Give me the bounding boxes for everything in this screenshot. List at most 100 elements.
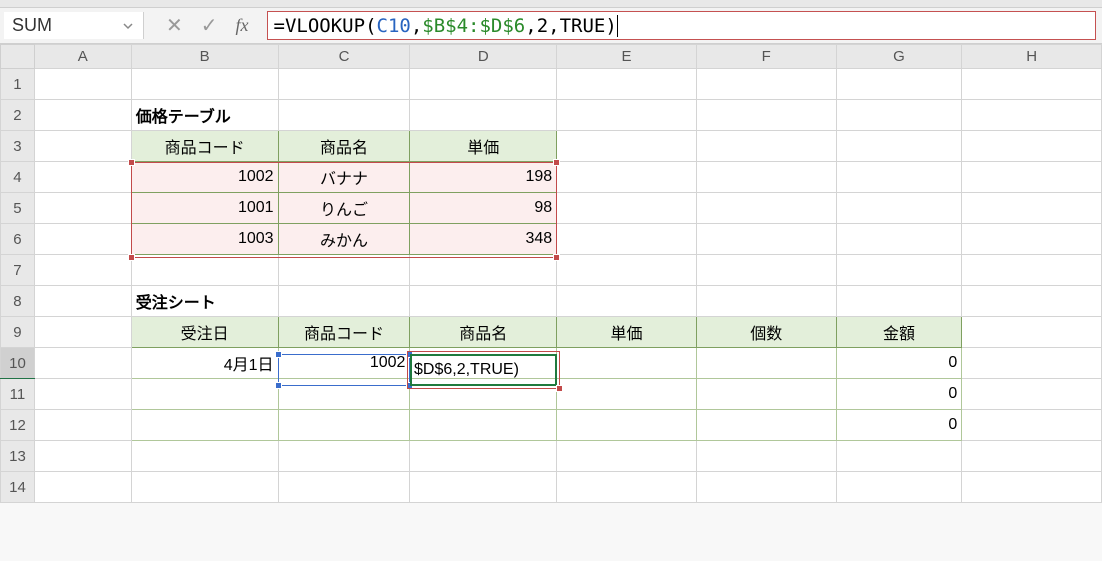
cell[interactable] xyxy=(836,100,962,131)
row-head-5[interactable]: 5 xyxy=(1,193,35,224)
cell[interactable] xyxy=(278,69,410,100)
row-head-14[interactable]: 14 xyxy=(1,472,35,503)
cell[interactable] xyxy=(696,348,836,379)
cell[interactable] xyxy=(410,286,557,317)
cell[interactable] xyxy=(557,162,697,193)
table2-r1-amount[interactable]: 0 xyxy=(836,379,962,410)
cell-D10-editing[interactable] xyxy=(410,348,557,379)
cell[interactable] xyxy=(836,162,962,193)
cell[interactable] xyxy=(696,162,836,193)
cell[interactable] xyxy=(557,441,697,472)
row-head-13[interactable]: 13 xyxy=(1,441,35,472)
table2-h4[interactable]: 個数 xyxy=(696,317,836,348)
enter-icon[interactable]: ✓ xyxy=(201,13,218,38)
cell[interactable] xyxy=(34,348,131,379)
cell[interactable] xyxy=(278,472,410,503)
cell[interactable] xyxy=(557,379,697,410)
fx-icon[interactable]: fx xyxy=(236,15,249,36)
cell[interactable] xyxy=(836,224,962,255)
cell[interactable] xyxy=(131,472,278,503)
cell[interactable] xyxy=(836,193,962,224)
cell[interactable] xyxy=(962,193,1102,224)
table2-h1[interactable]: 商品コード xyxy=(278,317,410,348)
cell[interactable] xyxy=(557,193,697,224)
table2-r0-date[interactable]: 4月1日 xyxy=(131,348,278,379)
table1-header-code[interactable]: 商品コード xyxy=(131,131,278,162)
col-head-G[interactable]: G xyxy=(836,45,962,69)
cell[interactable] xyxy=(410,410,557,441)
cell[interactable] xyxy=(836,131,962,162)
row-head-7[interactable]: 7 xyxy=(1,255,35,286)
cell[interactable] xyxy=(836,472,962,503)
cell[interactable] xyxy=(410,441,557,472)
cell[interactable] xyxy=(410,100,557,131)
cell[interactable] xyxy=(557,69,697,100)
cell[interactable] xyxy=(962,131,1102,162)
cell[interactable] xyxy=(34,410,131,441)
cell[interactable] xyxy=(410,69,557,100)
cell[interactable] xyxy=(962,162,1102,193)
cell[interactable] xyxy=(34,255,131,286)
cell[interactable] xyxy=(962,69,1102,100)
cell[interactable] xyxy=(34,69,131,100)
table2-h5[interactable]: 金額 xyxy=(836,317,962,348)
cell[interactable] xyxy=(557,255,697,286)
cell[interactable] xyxy=(836,69,962,100)
cell[interactable] xyxy=(278,441,410,472)
table2-h0[interactable]: 受注日 xyxy=(131,317,278,348)
cell[interactable] xyxy=(962,317,1102,348)
cell[interactable] xyxy=(557,410,697,441)
cell[interactable] xyxy=(34,317,131,348)
cell[interactable] xyxy=(34,441,131,472)
cell[interactable] xyxy=(962,348,1102,379)
cell[interactable] xyxy=(962,100,1102,131)
cell[interactable] xyxy=(278,410,410,441)
row-head-10[interactable]: 10 xyxy=(1,348,35,379)
cell[interactable] xyxy=(131,379,278,410)
table2-r0-amount[interactable]: 0 xyxy=(836,348,962,379)
col-head-B[interactable]: B xyxy=(131,45,278,69)
col-head-F[interactable]: F xyxy=(696,45,836,69)
cell[interactable] xyxy=(278,100,410,131)
table1-r2-name[interactable]: みかん xyxy=(278,224,410,255)
row-head-4[interactable]: 4 xyxy=(1,162,35,193)
cell[interactable] xyxy=(557,472,697,503)
cell[interactable] xyxy=(962,286,1102,317)
col-head-C[interactable]: C xyxy=(278,45,410,69)
cell[interactable] xyxy=(34,286,131,317)
cell[interactable] xyxy=(410,379,557,410)
cell[interactable] xyxy=(557,224,697,255)
cell[interactable] xyxy=(696,255,836,286)
table1-r0-code[interactable]: 1002 xyxy=(131,162,278,193)
table2-r2-amount[interactable]: 0 xyxy=(836,410,962,441)
cell[interactable] xyxy=(696,286,836,317)
cell[interactable] xyxy=(34,131,131,162)
select-all-corner[interactable] xyxy=(1,45,35,69)
cell[interactable] xyxy=(696,69,836,100)
table1-r0-price[interactable]: 198 xyxy=(410,162,557,193)
cell[interactable] xyxy=(696,441,836,472)
cancel-icon[interactable]: ✕ xyxy=(166,13,183,38)
cell[interactable] xyxy=(278,255,410,286)
cell[interactable] xyxy=(696,224,836,255)
table1-r0-name[interactable]: バナナ xyxy=(278,162,410,193)
cell[interactable] xyxy=(962,224,1102,255)
cell[interactable] xyxy=(696,472,836,503)
cell[interactable] xyxy=(836,286,962,317)
cell[interactable] xyxy=(131,410,278,441)
table1-r1-code[interactable]: 1001 xyxy=(131,193,278,224)
cell[interactable] xyxy=(278,379,410,410)
row-head-3[interactable]: 3 xyxy=(1,131,35,162)
cell[interactable] xyxy=(696,379,836,410)
cells-table[interactable]: A B C D E F G H 1 2 価格テーブル 3 商品コード 商品名 xyxy=(0,44,1102,503)
cell[interactable] xyxy=(34,224,131,255)
cell[interactable] xyxy=(836,441,962,472)
cell[interactable] xyxy=(410,255,557,286)
cell[interactable] xyxy=(962,379,1102,410)
formula-input[interactable]: =VLOOKUP(C10,$B$4:$D$6,2,TRUE) xyxy=(267,11,1096,40)
table1-r2-code[interactable]: 1003 xyxy=(131,224,278,255)
cell[interactable] xyxy=(696,193,836,224)
table1-r2-price[interactable]: 348 xyxy=(410,224,557,255)
cell[interactable] xyxy=(34,193,131,224)
table2-h3[interactable]: 単価 xyxy=(557,317,697,348)
